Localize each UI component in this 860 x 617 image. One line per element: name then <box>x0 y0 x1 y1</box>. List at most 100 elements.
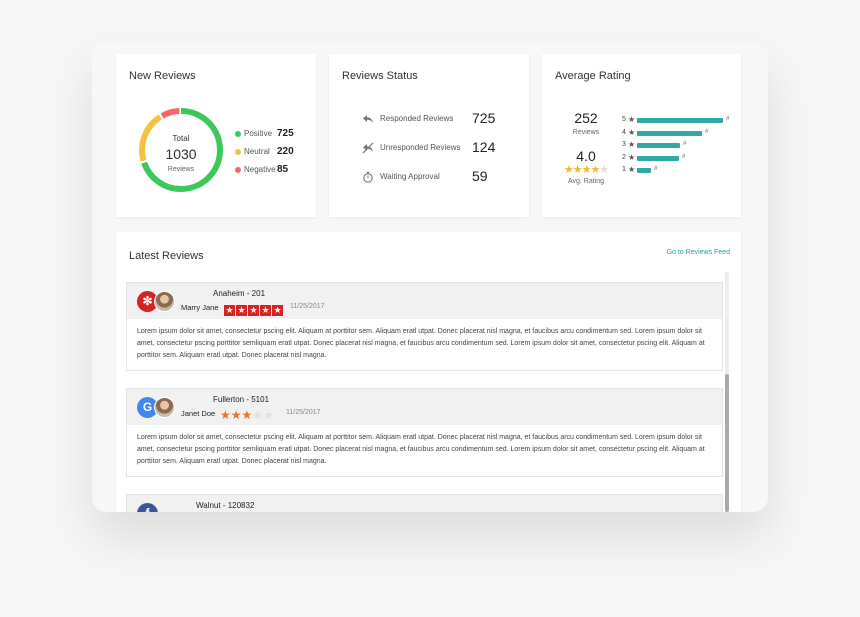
review-text: Lorem ipsum dolor sit amet, consectetur … <box>137 434 705 465</box>
review-header: f Walnut - 120832 <box>127 495 722 512</box>
star-icon: ★ <box>248 305 259 316</box>
donut-total-sub: Reviews <box>167 166 195 173</box>
legend-label: Negative <box>244 165 276 174</box>
star-icon: ★ <box>260 305 271 316</box>
status-value: 124 <box>472 139 496 155</box>
dashboard-frame: New Reviews Total 1030 Reviews Positive … <box>92 42 768 512</box>
reviews-feed-link[interactable]: Go to Reviews Feed <box>667 249 730 256</box>
donut-total-value: 1030 <box>165 146 197 162</box>
average-value-label: Avg. Rating <box>567 178 605 185</box>
rating-distribution: 5 ★ #4 ★ #3 ★ #2 ★ #1 ★ # <box>622 115 742 178</box>
legend-value: 725 <box>277 128 294 139</box>
review-item: f Walnut - 120832 <box>126 494 723 512</box>
review-location: Fullerton - 5101 <box>213 395 270 404</box>
scrollbar-thumb[interactable] <box>725 374 729 512</box>
average-value: 4.0 <box>576 148 596 164</box>
distribution-star-label: 4 <box>622 128 626 136</box>
distribution-row: 5 ★ # <box>622 115 742 128</box>
review-date: 11/25/2017 <box>290 303 325 310</box>
distribution-row: 3 ★ # <box>622 140 742 153</box>
distribution-star-label: 1 <box>622 166 626 173</box>
distribution-bar <box>637 118 723 123</box>
legend-value: 85 <box>277 164 289 175</box>
star-icon: ★ <box>628 165 636 174</box>
facebook-icon: f <box>137 503 158 512</box>
star-icon: ★ <box>628 127 636 137</box>
avatar <box>154 397 175 418</box>
distribution-row: 4 ★ # <box>622 128 742 141</box>
star-icon: ★ <box>590 164 600 176</box>
avatar <box>154 291 175 312</box>
review-date: 11/25/2017 <box>286 409 321 416</box>
review-location: Anaheim - 201 <box>213 289 266 298</box>
status-label: Responded Reviews <box>380 114 454 123</box>
distribution-count: # <box>654 166 658 172</box>
star-icon: ★ <box>220 408 231 422</box>
stopwatch-icon <box>362 171 374 183</box>
negative-dot <box>235 167 241 173</box>
star-empty-icon: ★ <box>599 164 609 176</box>
legend-label: Positive <box>244 129 273 138</box>
distribution-count: # <box>682 153 686 160</box>
reviews-status-card: Reviews Status Responded Reviews 725 Unr… <box>329 54 529 217</box>
legend-negative: Negative 85 <box>235 163 335 181</box>
review-count-label: Reviews <box>572 129 600 136</box>
donut-total-label: Total <box>172 134 190 143</box>
average-rating-title: Average Rating <box>555 70 631 82</box>
star-icon: ★ <box>628 115 636 124</box>
review-text: Lorem ipsum dolor sit amet, consectetur … <box>137 328 705 359</box>
reviews-status-title: Reviews Status <box>342 70 418 82</box>
reply-icon <box>362 113 374 125</box>
latest-reviews-card: Latest Reviews Go to Reviews Feed ✻ Anah… <box>116 232 741 512</box>
review-header: G Fullerton - 5101 Janet Doe ★★★★★ 11/25… <box>127 389 722 425</box>
star-icon: ★ <box>628 152 636 162</box>
star-icon: ★ <box>563 164 574 176</box>
status-waiting[interactable]: Waiting Approval 59 <box>362 168 522 190</box>
review-stars: ★★★★★ <box>224 300 284 316</box>
star-icon: ★ <box>224 305 235 316</box>
reviewer-name: Janet Doe <box>181 409 216 418</box>
star-icon: ★ <box>572 164 583 176</box>
no-reply-icon <box>362 142 374 154</box>
review-header: ✻ Anaheim - 201 Marry Jane ★ ★ ★ ★ ★ 11/25/2… <box>127 283 722 319</box>
distribution-bar <box>637 168 651 173</box>
review-item: ✻ Anaheim - 201 Marry Jane ★ ★ ★ ★ ★ 11/25/2… <box>126 282 723 371</box>
legend-neutral: Neutral 220 <box>235 145 335 163</box>
distribution-star-label: 3 <box>622 141 626 148</box>
review-count: 252 <box>574 110 598 126</box>
latest-reviews-title: Latest Reviews <box>129 250 204 262</box>
legend-value: 220 <box>277 146 294 157</box>
distribution-row: 2 ★ # <box>622 153 742 166</box>
average-stars: ★★★★★ <box>561 163 611 176</box>
distribution-bar <box>637 143 680 148</box>
distribution-bar <box>637 155 679 161</box>
reviewer-name: Marry Jane <box>181 303 219 312</box>
reviews-scrollbar[interactable] <box>725 272 729 512</box>
review-location: Walnut - 120832 <box>196 501 255 510</box>
status-unresponded[interactable]: Unresponded Reviews 124 <box>362 139 522 161</box>
distribution-count: # <box>705 128 709 135</box>
status-value: 59 <box>472 168 488 184</box>
reviews-donut-chart: Total 1030 Reviews <box>136 105 226 195</box>
new-reviews-title: New Reviews <box>129 70 196 82</box>
distribution-star-label: 2 <box>622 153 626 161</box>
distribution-count: # <box>726 116 730 122</box>
legend-label: Neutral <box>244 147 270 156</box>
donut-legend: Positive 725 Neutral 220 Negative 85 <box>235 127 335 181</box>
new-reviews-card: New Reviews Total 1030 Reviews Positive … <box>116 54 316 217</box>
distribution-bar <box>637 130 702 136</box>
review-item: G Fullerton - 5101 Janet Doe ★★★★★ 11/25… <box>126 388 723 477</box>
average-rating-card: Average Rating 252 Reviews 4.0 ★★★★★ Avg… <box>542 54 741 217</box>
star-icon: ★ <box>230 408 242 422</box>
donut-center: Total 1030 Reviews <box>136 105 226 195</box>
star-icon: ★ <box>272 305 283 316</box>
distribution-count: # <box>683 141 687 147</box>
distribution-row: 1 ★ # <box>622 165 742 178</box>
distribution-star-label: 5 <box>622 116 626 123</box>
status-label: Unresponded Reviews <box>380 143 461 152</box>
status-responded[interactable]: Responded Reviews 725 <box>362 110 522 132</box>
star-empty-icon: ★ <box>252 408 264 422</box>
star-icon: ★ <box>236 305 247 316</box>
review-stars: ★★★★★ <box>220 406 274 422</box>
neutral-dot <box>235 149 241 155</box>
